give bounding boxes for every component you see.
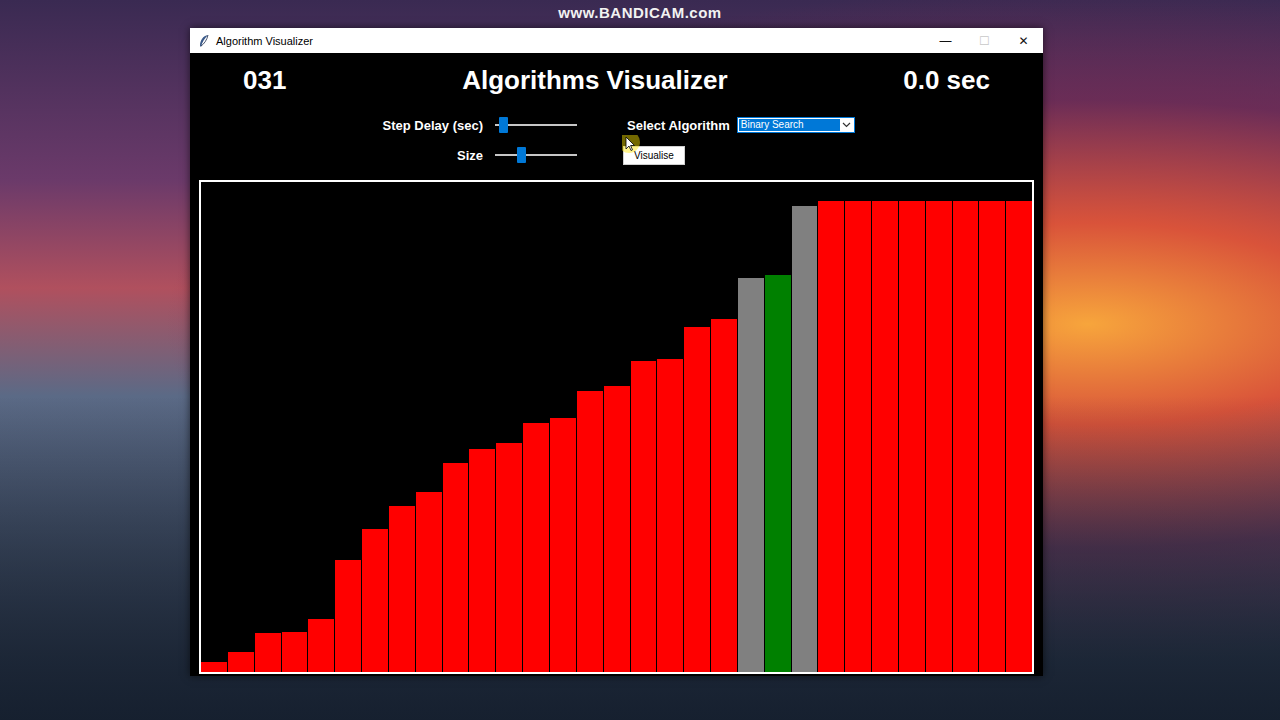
chart-bar (550, 418, 576, 672)
algorithm-value: Binary Search (739, 119, 840, 131)
chart-bar (631, 361, 657, 672)
bar-chart (199, 180, 1034, 674)
desktop: www.BANDICAM.comAlgorithm Visualizer—☐✕0… (0, 0, 1280, 720)
visualise-button[interactable]: Visualise (623, 146, 685, 165)
chart-bar (416, 492, 442, 673)
slider-thumb[interactable] (499, 117, 508, 133)
algorithm-select[interactable]: Binary Search (737, 117, 855, 133)
chart-bar (1006, 201, 1032, 672)
chevron-down-icon (840, 118, 854, 132)
chart-bar (228, 652, 254, 672)
window-control: ☐ (965, 28, 1004, 53)
element-count: 031 (243, 65, 286, 96)
slider-thumb[interactable] (517, 147, 526, 163)
feather-icon (198, 34, 210, 48)
chart-bar (604, 386, 630, 672)
chart-bar (899, 201, 925, 672)
chart-bar (335, 560, 361, 672)
title-bar: Algorithm Visualizer—☐✕ (190, 28, 1043, 53)
size-label: Size (199, 148, 483, 163)
chart-bar (362, 529, 388, 672)
step-delay-label: Step Delay (sec) (199, 118, 483, 133)
chart-bar (711, 319, 737, 672)
button-group: Visualise (627, 146, 1034, 165)
controls: Step Delay (sec) Select Algorithm Binary S… (199, 114, 1034, 166)
chart-bar (926, 201, 952, 672)
chart-bar (738, 278, 764, 672)
chart-bar (684, 327, 710, 672)
slider-track (495, 154, 577, 156)
chart-bar (389, 506, 415, 672)
chart-bar (979, 201, 1005, 672)
mouse-cursor-icon (622, 135, 648, 161)
chart-bar (308, 619, 334, 672)
chart-bar (657, 359, 683, 672)
content: 031 Algorithms Visualizer 0.0 sec Step Dela… (190, 53, 1043, 676)
chart-bar (765, 275, 791, 672)
watermark: www.BANDICAM.com (0, 4, 1280, 21)
chart-bar (496, 443, 522, 672)
chart-bar (469, 449, 495, 672)
algorithm-select-group: Select Algorithm Binary Search (627, 117, 1034, 133)
window-control[interactable]: ✕ (1004, 28, 1043, 53)
chart-bar (255, 633, 281, 672)
chart-bar (443, 463, 469, 672)
chart-bar (282, 632, 308, 672)
window-title: Algorithm Visualizer (216, 35, 926, 47)
step-delay-slider[interactable] (495, 117, 577, 133)
chart-bar (818, 201, 844, 672)
chart-bar (872, 201, 898, 672)
chart-bar (792, 206, 818, 672)
app-title: Algorithms Visualizer (462, 65, 727, 96)
chart-bar (523, 423, 549, 672)
chart-bar (845, 201, 871, 672)
header: 031 Algorithms Visualizer 0.0 sec (199, 63, 1034, 97)
chart-bar (201, 662, 227, 672)
chart-bar (577, 391, 603, 672)
chart-bar (953, 201, 979, 672)
algorithm-label: Select Algorithm (627, 118, 730, 133)
size-slider[interactable] (495, 147, 577, 163)
app-window: Algorithm Visualizer—☐✕ 031 Algorithms Vis… (190, 28, 1043, 676)
elapsed-time: 0.0 sec (903, 65, 990, 96)
window-control[interactable]: — (926, 28, 965, 53)
